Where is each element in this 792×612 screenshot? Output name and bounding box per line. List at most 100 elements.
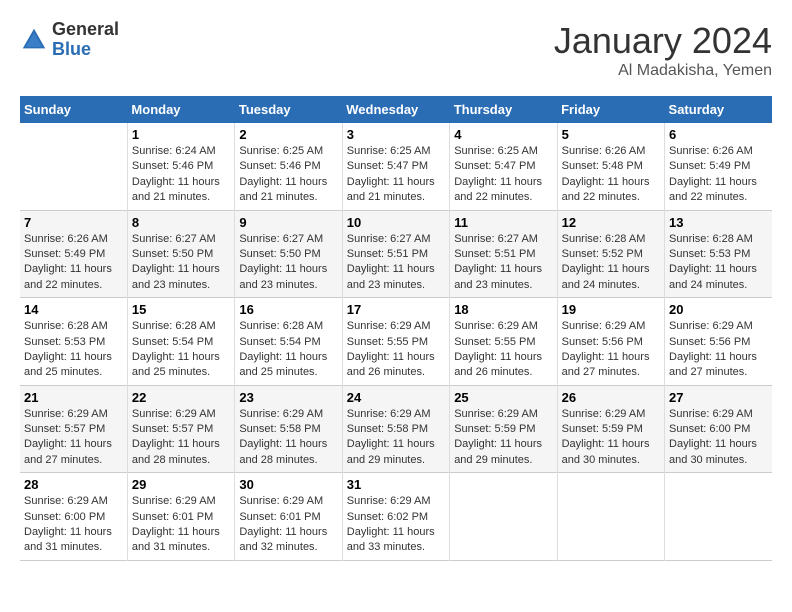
- day-info: Sunrise: 6:29 AM Sunset: 5:57 PM Dayligh…: [132, 407, 230, 469]
- calendar-cell: [20, 123, 127, 210]
- day-number: 9: [239, 215, 337, 230]
- day-number: 13: [669, 215, 768, 230]
- day-number: 2: [239, 127, 337, 142]
- calendar-cell: 27Sunrise: 6:29 AM Sunset: 6:00 PM Dayli…: [665, 385, 772, 473]
- calendar-cell: 15 Sunrise: 6:28 AM Sunset: 5:54 PM Dayli…: [127, 298, 234, 386]
- day-info: Sunrise: 6:25 AM Sunset: 5:47 PM Dayligh…: [347, 144, 445, 206]
- day-info: Sunrise: 6:25 AM Sunset: 5:46 PM Dayligh…: [239, 144, 337, 206]
- day-info: Sunrise: 6:29 AM Sunset: 5:55 PM Dayligh…: [454, 319, 552, 381]
- header-monday: Monday: [127, 96, 234, 123]
- calendar-cell: 22 Sunrise: 6:29 AM Sunset: 5:57 PM Dayli…: [127, 385, 234, 473]
- day-info: Sunrise: 6:28 AM Sunset: 5:54 PM Dayligh…: [132, 319, 230, 381]
- header-sunday: Sunday: [20, 96, 127, 123]
- day-info: Sunrise: 6:27 AM Sunset: 5:50 PM Dayligh…: [239, 232, 337, 294]
- day-info: Sunrise: 6:29 AM Sunset: 5:58 PM Dayligh…: [347, 407, 445, 469]
- day-info: Sunrise: 6:24 AM Sunset: 5:46 PM Dayligh…: [132, 144, 230, 206]
- calendar-cell: 7 Sunrise: 6:26 AM Sunset: 5:49 PM Daylig…: [20, 210, 127, 298]
- day-number: 30: [239, 477, 337, 492]
- calendar-body: 1 Sunrise: 6:24 AM Sunset: 5:46 PM Daylig…: [20, 123, 772, 560]
- calendar-cell: 10 Sunrise: 6:27 AM Sunset: 5:51 PM Dayli…: [342, 210, 449, 298]
- calendar-cell: 23 Sunrise: 6:29 AM Sunset: 5:58 PM Dayli…: [235, 385, 342, 473]
- page-header: General Blue January 2024 Al Madakisha, …: [20, 20, 772, 80]
- calendar-cell: 25Sunrise: 6:29 AM Sunset: 5:59 PM Dayli…: [450, 385, 557, 473]
- day-number: 20: [669, 302, 768, 317]
- day-number: 1: [132, 127, 230, 142]
- day-info: Sunrise: 6:29 AM Sunset: 5:56 PM Dayligh…: [669, 319, 768, 381]
- day-number: 17: [347, 302, 445, 317]
- day-number: 19: [562, 302, 660, 317]
- day-info: Sunrise: 6:26 AM Sunset: 5:49 PM Dayligh…: [24, 232, 123, 294]
- day-info: Sunrise: 6:29 AM Sunset: 6:00 PM Dayligh…: [24, 494, 123, 556]
- day-number: 29: [132, 477, 230, 492]
- calendar-cell: [665, 473, 772, 561]
- header-thursday: Thursday: [450, 96, 557, 123]
- day-info: Sunrise: 6:28 AM Sunset: 5:52 PM Dayligh…: [562, 232, 660, 294]
- day-number: 10: [347, 215, 445, 230]
- calendar-cell: 31 Sunrise: 6:29 AM Sunset: 6:02 PM Dayli…: [342, 473, 449, 561]
- day-number: 15: [132, 302, 230, 317]
- day-number: 11: [454, 215, 552, 230]
- header-saturday: Saturday: [665, 96, 772, 123]
- day-info: Sunrise: 6:27 AM Sunset: 5:50 PM Dayligh…: [132, 232, 230, 294]
- calendar-cell: 19 Sunrise: 6:29 AM Sunset: 5:56 PM Dayli…: [557, 298, 664, 386]
- day-number: 8: [132, 215, 230, 230]
- calendar-cell: 18Sunrise: 6:29 AM Sunset: 5:55 PM Dayli…: [450, 298, 557, 386]
- logo-text: General Blue: [52, 20, 119, 60]
- day-number: 4: [454, 127, 552, 142]
- calendar-cell: 1 Sunrise: 6:24 AM Sunset: 5:46 PM Daylig…: [127, 123, 234, 210]
- day-info: Sunrise: 6:29 AM Sunset: 5:57 PM Dayligh…: [24, 407, 123, 469]
- day-number: 23: [239, 390, 337, 405]
- header-tuesday: Tuesday: [235, 96, 342, 123]
- calendar-cell: 2 Sunrise: 6:25 AM Sunset: 5:46 PM Daylig…: [235, 123, 342, 210]
- title-block: January 2024 Al Madakisha, Yemen: [554, 20, 772, 80]
- day-info: Sunrise: 6:29 AM Sunset: 5:59 PM Dayligh…: [454, 407, 552, 469]
- day-info: Sunrise: 6:29 AM Sunset: 5:59 PM Dayligh…: [562, 407, 660, 469]
- day-info: Sunrise: 6:26 AM Sunset: 5:49 PM Dayligh…: [669, 144, 768, 206]
- calendar-week-2: 7 Sunrise: 6:26 AM Sunset: 5:49 PM Daylig…: [20, 210, 772, 298]
- calendar-week-3: 14 Sunrise: 6:28 AM Sunset: 5:53 PM Dayli…: [20, 298, 772, 386]
- day-info: Sunrise: 6:27 AM Sunset: 5:51 PM Dayligh…: [347, 232, 445, 294]
- day-info: Sunrise: 6:28 AM Sunset: 5:53 PM Dayligh…: [669, 232, 768, 294]
- calendar-cell: 24 Sunrise: 6:29 AM Sunset: 5:58 PM Dayli…: [342, 385, 449, 473]
- calendar-cell: [557, 473, 664, 561]
- month-title: January 2024: [554, 20, 772, 62]
- day-number: 31: [347, 477, 445, 492]
- days-header-row: Sunday Monday Tuesday Wednesday Thursday…: [20, 96, 772, 123]
- calendar-cell: 14 Sunrise: 6:28 AM Sunset: 5:53 PM Dayli…: [20, 298, 127, 386]
- day-number: 6: [669, 127, 768, 142]
- day-number: 3: [347, 127, 445, 142]
- day-number: 12: [562, 215, 660, 230]
- calendar-cell: 9 Sunrise: 6:27 AM Sunset: 5:50 PM Daylig…: [235, 210, 342, 298]
- calendar-cell: 12 Sunrise: 6:28 AM Sunset: 5:52 PM Dayli…: [557, 210, 664, 298]
- header-wednesday: Wednesday: [342, 96, 449, 123]
- calendar-week-5: 28 Sunrise: 6:29 AM Sunset: 6:00 PM Dayli…: [20, 473, 772, 561]
- calendar-table: Sunday Monday Tuesday Wednesday Thursday…: [20, 96, 772, 561]
- calendar-cell: [450, 473, 557, 561]
- day-number: 24: [347, 390, 445, 405]
- day-info: Sunrise: 6:29 AM Sunset: 6:02 PM Dayligh…: [347, 494, 445, 556]
- logo-icon: [20, 26, 48, 54]
- calendar-cell: 8 Sunrise: 6:27 AM Sunset: 5:50 PM Daylig…: [127, 210, 234, 298]
- day-info: Sunrise: 6:27 AM Sunset: 5:51 PM Dayligh…: [454, 232, 552, 294]
- calendar-cell: 5Sunrise: 6:26 AM Sunset: 5:48 PM Daylig…: [557, 123, 664, 210]
- day-info: Sunrise: 6:28 AM Sunset: 5:54 PM Dayligh…: [239, 319, 337, 381]
- day-number: 7: [24, 215, 123, 230]
- day-info: Sunrise: 6:28 AM Sunset: 5:53 PM Dayligh…: [24, 319, 123, 381]
- calendar-cell: 21 Sunrise: 6:29 AM Sunset: 5:57 PM Dayli…: [20, 385, 127, 473]
- day-number: 5: [562, 127, 660, 142]
- day-number: 28: [24, 477, 123, 492]
- calendar-header: Sunday Monday Tuesday Wednesday Thursday…: [20, 96, 772, 123]
- day-info: Sunrise: 6:25 AM Sunset: 5:47 PM Dayligh…: [454, 144, 552, 206]
- day-number: 27: [669, 390, 768, 405]
- calendar-cell: 16Sunrise: 6:28 AM Sunset: 5:54 PM Dayli…: [235, 298, 342, 386]
- day-number: 14: [24, 302, 123, 317]
- calendar-cell: 30Sunrise: 6:29 AM Sunset: 6:01 PM Dayli…: [235, 473, 342, 561]
- day-number: 22: [132, 390, 230, 405]
- day-info: Sunrise: 6:29 AM Sunset: 6:01 PM Dayligh…: [132, 494, 230, 556]
- day-number: 21: [24, 390, 123, 405]
- day-info: Sunrise: 6:29 AM Sunset: 5:58 PM Dayligh…: [239, 407, 337, 469]
- calendar-cell: 26Sunrise: 6:29 AM Sunset: 5:59 PM Dayli…: [557, 385, 664, 473]
- header-friday: Friday: [557, 96, 664, 123]
- logo-general: General: [52, 20, 119, 40]
- day-info: Sunrise: 6:29 AM Sunset: 5:56 PM Dayligh…: [562, 319, 660, 381]
